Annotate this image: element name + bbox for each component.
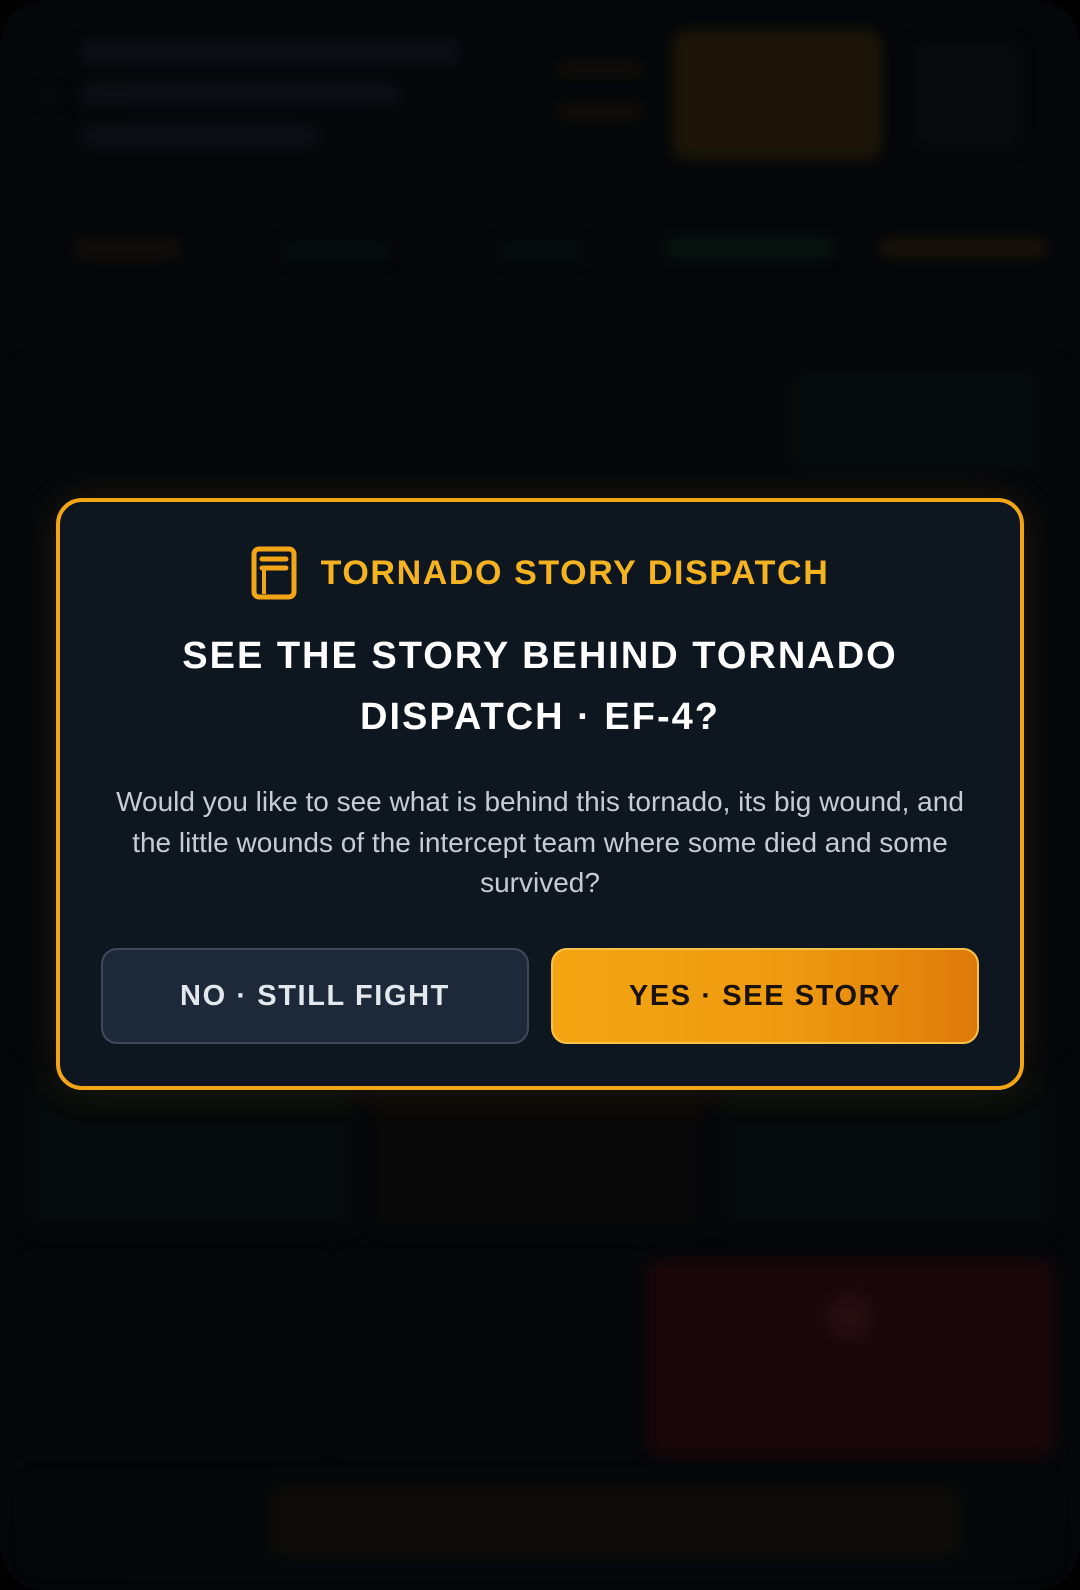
book-icon: [251, 546, 297, 600]
yes-see-story-button[interactable]: YES · SEE STORY: [551, 948, 979, 1044]
dialog-kicker: TORNADO STORY DISPATCH: [320, 553, 830, 592]
app-screen: TORNADO STORY DISPATCH SEE THE STORY BEH…: [0, 0, 1080, 1590]
story-dialog: TORNADO STORY DISPATCH SEE THE STORY BEH…: [56, 498, 1024, 1090]
dialog-header: TORNADO STORY DISPATCH: [60, 546, 1020, 600]
no-still-fight-button[interactable]: NO · STILL FIGHT: [101, 948, 529, 1044]
dialog-title: SEE THE STORY BEHIND TORNADO DISPATCH · …: [182, 635, 898, 738]
dialog-body: Would you like to see what is behind thi…: [116, 786, 964, 898]
